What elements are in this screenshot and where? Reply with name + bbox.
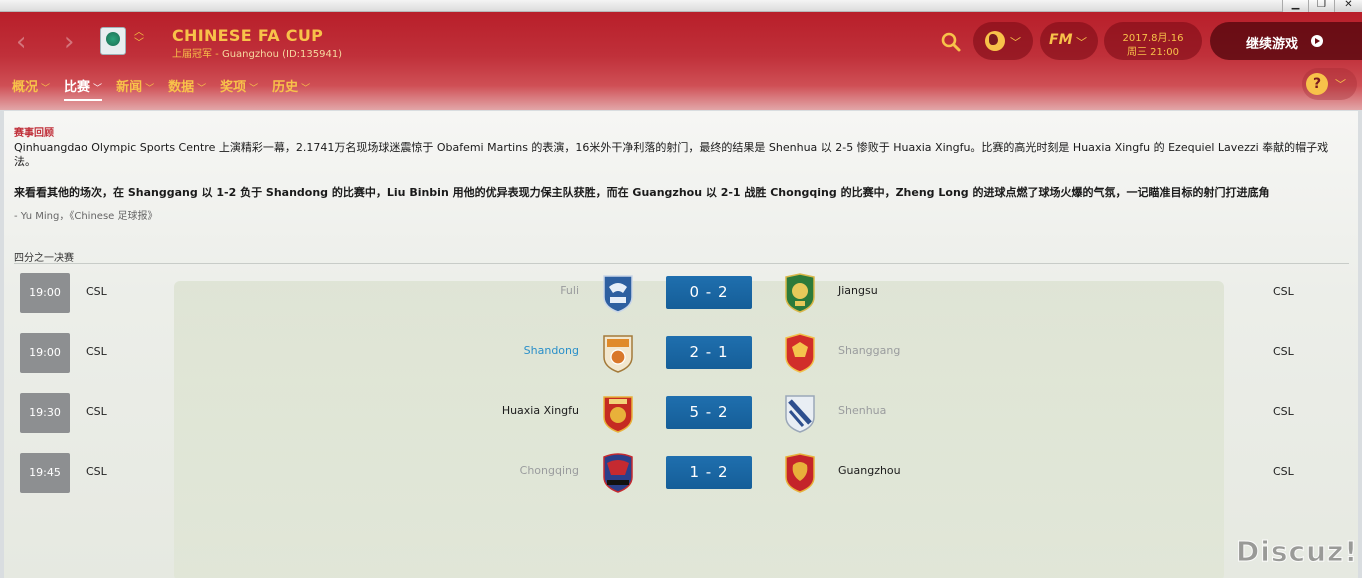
- home-competition: CSL: [86, 405, 107, 418]
- home-competition: CSL: [86, 465, 107, 478]
- match-row[interactable]: 19:45 CSL Chongqing 1 - 2 Guangzhou CSL: [4, 450, 1358, 496]
- competition-subtitle: 上届冠军 - Guangzhou (ID:135941): [172, 45, 342, 60]
- play-icon: [1311, 35, 1323, 47]
- fm-menu-button[interactable]: FM ﹀: [1040, 22, 1098, 60]
- chevron-down-icon: ﹀: [1076, 36, 1087, 49]
- score-button[interactable]: 0 - 2: [666, 276, 752, 309]
- competition-tabs: 概况 ﹀ 比赛 ﹀ 新闻 ﹀ 数据 ﹀ 奖项 ﹀ 历史 ﹀: [12, 76, 324, 101]
- search-icon[interactable]: [940, 31, 962, 53]
- last-champion-label: 上届冠军 -: [172, 49, 222, 60]
- score-button[interactable]: 1 - 2: [666, 456, 752, 489]
- chevron-down-icon: ﹀: [1335, 78, 1346, 91]
- app-header: ‹ › ︿ ﹀ CHINESE FA CUP 上届冠军 - Guangzhou (…: [0, 12, 1362, 110]
- kickoff-time: 19:00: [20, 273, 70, 313]
- tab-matches[interactable]: 比赛 ﹀: [64, 76, 103, 101]
- continue-label: 继续游戏: [1246, 37, 1299, 52]
- matches-panel: 赛事回顾 Qinhuangdao Olympic Sports Centre 上…: [4, 111, 1358, 578]
- help-icon: ?: [1306, 73, 1328, 95]
- kickoff-time: 19:45: [20, 453, 70, 493]
- chevron-down-icon: ﹀: [197, 84, 207, 94]
- kickoff-time: 19:30: [20, 393, 70, 433]
- chevron-down-icon: ﹀: [93, 84, 103, 94]
- huaxia-xingfu-crest-icon[interactable]: [601, 393, 635, 433]
- tab-label: 比赛: [64, 80, 91, 95]
- globe-icon: [985, 31, 1005, 51]
- away-team-name[interactable]: Shenhua: [838, 404, 886, 417]
- away-team-name[interactable]: Jiangsu: [838, 284, 878, 297]
- competition-title: CHINESE FA CUP: [172, 26, 324, 45]
- report-author: - Yu Ming，《Chinese 足球报》: [14, 211, 158, 222]
- chevron-down-icon: ﹀: [249, 84, 259, 94]
- shandong-crest-icon[interactable]: [601, 333, 635, 373]
- help-menu-button[interactable]: ? ﹀: [1302, 68, 1357, 100]
- away-team-name[interactable]: Guangzhou: [838, 464, 901, 477]
- away-competition: CSL: [1273, 345, 1294, 358]
- tab-label: 历史: [272, 80, 299, 95]
- chevron-down-icon: ﹀: [1010, 36, 1021, 49]
- kickoff-time: 19:00: [20, 333, 70, 373]
- tab-label: 数据: [168, 80, 195, 95]
- date-display[interactable]: 2017.8月.16 周三 21:00: [1104, 22, 1202, 60]
- current-date: 2017.8月.16: [1122, 33, 1184, 44]
- tab-stats[interactable]: 数据 ﹀: [168, 76, 206, 101]
- last-champion-value[interactable]: Guangzhou (ID:135941): [222, 49, 342, 60]
- home-competition: CSL: [86, 285, 107, 298]
- competition-logo: [100, 27, 126, 55]
- home-competition: CSL: [86, 345, 107, 358]
- away-team-name[interactable]: Shanggang: [838, 344, 900, 357]
- shenhua-crest-icon[interactable]: [783, 393, 817, 433]
- jiangsu-crest-icon[interactable]: [783, 273, 817, 313]
- round-label: 四分之一决赛: [14, 253, 74, 264]
- window-controls: ▁ ❐ ✕: [1282, 0, 1362, 12]
- away-competition: CSL: [1273, 285, 1294, 298]
- window-title-bar: ▁ ❐ ✕: [0, 0, 1362, 12]
- report-paragraph: 来看看其他的场次，在 Shanggang 以 1-2 负于 Shandong 的…: [14, 186, 1270, 199]
- chevron-down-icon: ﹀: [145, 84, 155, 94]
- current-weekday-time: 周三 21:00: [1127, 47, 1179, 58]
- home-team-name[interactable]: Shandong: [524, 344, 579, 357]
- continue-button[interactable]: 继续游戏: [1210, 22, 1362, 60]
- chevron-down-icon: ﹀: [41, 84, 51, 94]
- forum-watermark: Discuz!: [1235, 535, 1359, 569]
- tab-awards[interactable]: 奖项 ﹀: [220, 76, 258, 101]
- away-competition: CSL: [1273, 405, 1294, 418]
- report-section-title: 赛事回顾: [14, 128, 54, 139]
- match-row[interactable]: 19:30 CSL Huaxia Xingfu 5 - 2 Shenhua CS…: [4, 390, 1358, 436]
- forward-arrow-icon[interactable]: ›: [64, 29, 74, 55]
- close-button[interactable]: ✕: [1334, 0, 1362, 12]
- guangzhou-crest-icon[interactable]: [783, 453, 817, 493]
- tab-news[interactable]: 新闻 ﹀: [116, 76, 154, 101]
- minimize-button[interactable]: ▁: [1282, 0, 1308, 12]
- tab-label: 新闻: [116, 80, 143, 95]
- home-team-name[interactable]: Fuli: [560, 284, 579, 297]
- fm-logo: FM: [1049, 32, 1073, 48]
- score-button[interactable]: 2 - 1: [666, 336, 752, 369]
- match-row[interactable]: 19:00 CSL Fuli 0 - 2 Jiangsu CSL: [4, 270, 1358, 316]
- chongqing-crest-icon[interactable]: [601, 453, 635, 493]
- report-paragraph: Qinhuangdao Olympic Sports Centre 上演精彩一幕…: [14, 141, 1329, 168]
- tab-history[interactable]: 历史 ﹀: [272, 76, 310, 101]
- tab-label: 奖项: [220, 80, 247, 95]
- tab-overview[interactable]: 概况 ﹀: [12, 76, 50, 101]
- match-row[interactable]: 19:00 CSL Shandong 2 - 1 Shanggang CSL: [4, 330, 1358, 376]
- back-arrow-icon[interactable]: ‹: [16, 29, 26, 55]
- home-team-name[interactable]: Huaxia Xingfu: [502, 404, 579, 417]
- fuli-crest-icon[interactable]: [601, 273, 635, 313]
- divider: [14, 263, 1349, 264]
- chevron-down-icon: ﹀: [301, 84, 311, 94]
- competition-switch-icon[interactable]: ︿ ﹀: [134, 27, 144, 49]
- home-team-name[interactable]: Chongqing: [520, 464, 579, 477]
- restore-button[interactable]: ❐: [1308, 0, 1334, 12]
- shanggang-crest-icon[interactable]: [783, 333, 817, 373]
- world-menu-button[interactable]: ﹀: [973, 22, 1033, 60]
- away-competition: CSL: [1273, 465, 1294, 478]
- score-button[interactable]: 5 - 2: [666, 396, 752, 429]
- tab-label: 概况: [12, 80, 39, 95]
